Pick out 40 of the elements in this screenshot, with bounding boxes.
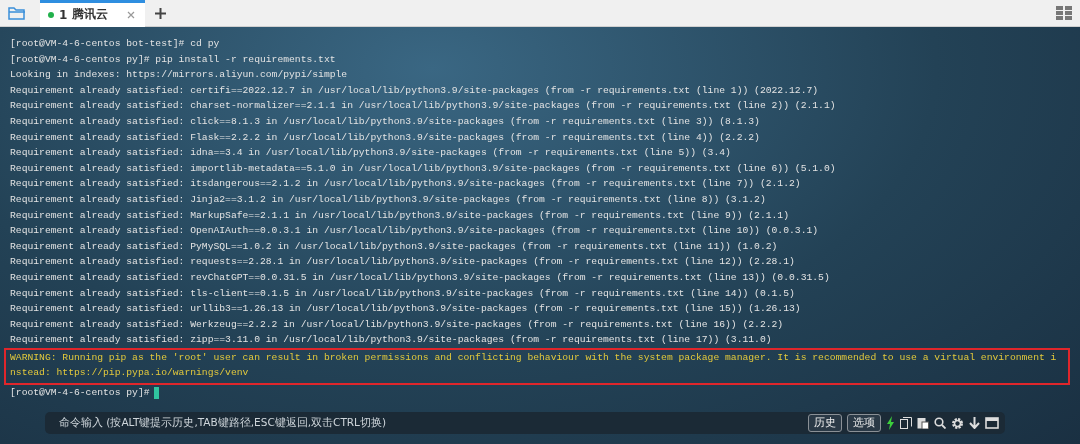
search-icon[interactable]	[934, 417, 946, 429]
output-line: Requirement already satisfied: charset-normalizer==2.1.1 in /usr/local/lib/python3.9/site-packages (from -r requirements.txt (line 2)) (2.1.1)	[10, 99, 837, 114]
close-icon[interactable]	[127, 10, 136, 19]
prompt-line: [root@VM-4-6-centos py]# pip install -r requirements.txt	[10, 52, 336, 67]
output-line: Requirement already satisfied: PyMySQL==1.0.2 in /usr/local/lib/python3.9/site-packages (from -r requirements.txt (line 11)) (1.0.2)	[10, 239, 779, 254]
paste-icon[interactable]	[917, 417, 929, 429]
output-line: Requirement already satisfied: revChatGPT==0.0.31.5 in /usr/local/lib/python3.9/site-packages (from -r requirements.txt (line 13)) (0.0.31.5)	[10, 270, 831, 285]
tab-number: 1	[59, 7, 68, 22]
output-line: Requirement already satisfied: Jinja2==3.1.2 in /usr/local/lib/python3.9/site-packages (from -r requirements.txt (line 8)) (3.1.2)	[10, 192, 767, 207]
lightning-icon[interactable]	[886, 416, 895, 430]
output-line: Requirement already satisfied: idna==3.4 in /usr/local/lib/python3.9/site-packages (from -r requirements.txt (line 5)) (3.4)	[10, 146, 732, 161]
output-line: Requirement already satisfied: urllib3==1.26.13 in /usr/local/lib/python3.9/site-packages (from -r requirements.txt (line 15)) (1.26.13)	[10, 302, 802, 317]
prompt-line: [root@VM-4-6-centos py]#	[10, 386, 150, 401]
output-line: Requirement already satisfied: tls-client==0.1.5 in /usr/local/lib/python3.9/site-packages (from -r requirements.txt (line 14)) (0.1.5)	[10, 286, 796, 301]
toolbar-button[interactable]: 选项	[847, 414, 881, 432]
output-line: Requirement already satisfied: itsdangerous==2.1.2 in /usr/local/lib/python3.9/site-packages (from -r requirements.txt (line 7)) (2.1.2)	[10, 177, 802, 192]
session-tab[interactable]: 1 腾讯云	[40, 0, 146, 27]
window-icon[interactable]	[985, 417, 999, 429]
output-line: Requirement already satisfied: Flask==2.2.2 in /usr/local/lib/python3.9/site-packages (from -r requirements.txt (line 4)) (2.2.2)	[10, 130, 761, 145]
copy-icon[interactable]	[900, 417, 912, 429]
toolbar-button[interactable]: 历史	[808, 414, 842, 432]
settings-icon[interactable]	[951, 416, 964, 430]
folder-icon[interactable]	[8, 6, 26, 20]
tab-label: 腾讯云	[72, 6, 109, 23]
output-line: Requirement already satisfied: Werkzeug==2.2.2 in /usr/local/lib/python3.9/site-packages (from -r requirements.txt (line 16)) (2.2.2)	[10, 317, 785, 332]
output-line: Requirement already satisfied: certifi==2022.12.7 in /usr/local/lib/python3.9/site-packages (from -r requirements.txt (line 1)) (2022.12.7)	[10, 83, 820, 98]
prompt-line: [root@VM-4-6-centos bot-test]# cd py	[10, 37, 220, 51]
output-line: Requirement already satisfied: MarkupSafe==2.1.1 in /usr/local/lib/python3.9/site-packages (from -r requirements.txt (line 9)) (2.1.1)	[10, 208, 790, 223]
output-line: Requirement already satisfied: zipp==3.11.0 in /usr/local/lib/python3.9/site-packages (from -r requirements.txt (line 17)) (3.11.0)	[10, 333, 773, 348]
output-line: Requirement already satisfied: importlib-metadata==5.1.0 in /usr/local/lib/python3.9/site-packages (from -r requirements.txt (line 6)) (5.1.0)	[10, 161, 837, 176]
layout-icon[interactable]	[1056, 6, 1072, 20]
output-line: Looking in indexes: https://mirrors.aliyun.com/pypi/simple	[10, 68, 349, 83]
warning-line: WARNING: Running pip as the 'root' user can result in broken permissions and conflicting behaviour with the system package manager. It is recommended to use a virtual environment i	[10, 350, 1058, 365]
output-line: Requirement already satisfied: requests==2.28.1 in /usr/local/lib/python3.9/site-packages (from -r requirements.txt (line 12)) (2.28.1)	[10, 255, 796, 270]
plus-icon[interactable]	[155, 7, 167, 19]
output-line: Requirement already satisfied: click==8.1.3 in /usr/local/lib/python3.9/site-packages (from -r requirements.txt (line 3)) (8.1.3)	[10, 114, 761, 129]
warning-line: nstead: https://pip.pypa.io/warnings/venv	[10, 366, 250, 381]
down-arrow-icon[interactable]	[969, 417, 980, 429]
command-input-field[interactable]: 命令输入 (按ALT键提示历史,TAB键路径,ESC键返回,双击CTRL切换) 历史 选项	[45, 412, 1005, 434]
output-line: Requirement already satisfied: OpenAIAuth==0.0.3.1 in /usr/local/lib/python3.9/site-packages (from -r requirements.txt (line 10)) (0.0.3.1)	[10, 224, 820, 239]
